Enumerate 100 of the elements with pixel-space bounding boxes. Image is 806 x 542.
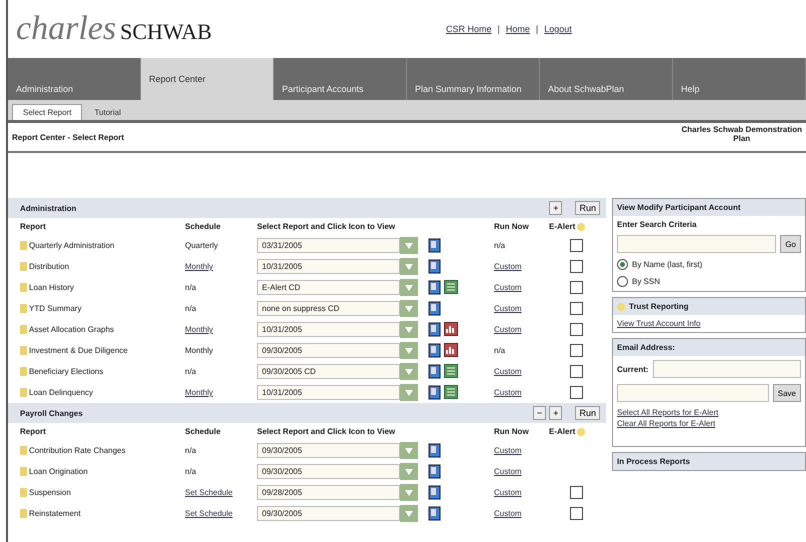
run-button[interactable]: Run <box>575 201 600 215</box>
run-button[interactable]: Run <box>575 406 600 420</box>
email-field[interactable] <box>617 384 769 402</box>
spreadsheet-icon[interactable] <box>444 280 458 294</box>
document-icon[interactable] <box>428 506 441 521</box>
spreadsheet-icon[interactable] <box>444 385 458 399</box>
document-icon[interactable] <box>428 301 441 316</box>
column-header: Schedule <box>185 222 222 231</box>
section-title: Administration <box>20 204 78 212</box>
spreadsheet-icon[interactable] <box>444 364 458 378</box>
schedule-link[interactable]: Monthly <box>185 262 257 271</box>
sub-tab[interactable]: Select Report <box>12 104 82 120</box>
document-icon[interactable] <box>428 280 441 295</box>
report-dropdown[interactable]: none on suppress CD <box>257 301 400 316</box>
report-dropdown[interactable]: 03/31/2005 <box>257 238 400 253</box>
panel-title: In Process Reports <box>617 457 690 466</box>
plan-name: Charles Schwab Demonstration <box>682 125 802 134</box>
caret-icon <box>405 284 413 290</box>
document-icon[interactable] <box>428 259 441 274</box>
schedule-text: Monthly <box>185 346 214 355</box>
schedule-link[interactable]: Set Schedule <box>185 509 257 518</box>
run-now-text: n/a <box>494 241 506 250</box>
report-dropdown[interactable]: 09/28/2005 <box>257 485 400 500</box>
link-separator: | <box>498 24 500 34</box>
run-now-link[interactable]: Custom <box>494 325 549 334</box>
header-link[interactable]: Home <box>506 24 530 34</box>
column-header: Select Report and Click Icon to View <box>257 427 396 436</box>
e-alert-link[interactable]: Select All Reports for E-Alert <box>617 408 801 417</box>
document-icon[interactable] <box>428 385 441 400</box>
e-alert-checkbox[interactable] <box>570 386 583 399</box>
sub-tab[interactable]: Tutorial <box>84 105 131 120</box>
document-icon[interactable] <box>428 343 441 358</box>
caret-icon <box>405 306 413 312</box>
e-alert-link[interactable]: Clear All Reports for E-Alert <box>617 419 801 428</box>
header-link[interactable]: Logout <box>544 24 572 34</box>
caret-icon <box>405 368 413 374</box>
run-now-link[interactable]: Custom <box>494 488 549 497</box>
run-now-link[interactable]: Custom <box>494 446 549 455</box>
radio-button[interactable] <box>617 259 628 270</box>
e-alert-checkbox[interactable] <box>570 302 583 315</box>
e-alert-checkbox[interactable] <box>570 486 583 499</box>
report-dropdown[interactable]: 09/30/2005 <box>257 443 400 458</box>
document-icon[interactable] <box>428 464 441 479</box>
report-dropdown[interactable]: 10/31/2005 <box>257 322 400 337</box>
e-alert-checkbox[interactable] <box>570 323 583 336</box>
chart-icon[interactable] <box>444 343 458 357</box>
caret-icon <box>405 348 413 354</box>
run-now-text: n/a <box>494 346 506 355</box>
run-now-link[interactable]: Custom <box>494 283 549 292</box>
run-now-link[interactable]: Custom <box>494 388 549 397</box>
schedule-link[interactable]: Monthly <box>185 325 257 334</box>
report-dropdown[interactable]: 09/30/2005 <box>257 343 400 358</box>
document-icon[interactable] <box>428 364 441 379</box>
report-dropdown[interactable]: E-Alert CD <box>257 280 400 295</box>
report-dropdown[interactable]: 09/30/2005 <box>257 464 400 479</box>
run-now-link[interactable]: Custom <box>494 367 549 376</box>
caret-icon <box>405 264 413 270</box>
run-now-link[interactable]: Custom <box>494 509 549 518</box>
run-now-link[interactable]: Custom <box>494 262 549 271</box>
e-alert-checkbox[interactable] <box>570 507 583 520</box>
expand-button[interactable]: + <box>549 406 562 420</box>
chart-icon[interactable] <box>444 322 458 336</box>
report-dropdown[interactable]: 09/30/2005 <box>257 506 400 521</box>
e-alert-checkbox[interactable] <box>570 281 583 294</box>
trust-link[interactable]: View Trust Account Info <box>617 319 801 328</box>
schedule-text: n/a <box>185 367 198 376</box>
header-link[interactable]: CSR Home <box>446 24 492 34</box>
panel-title: Trust Reporting <box>629 302 689 311</box>
column-header: Run Now <box>494 222 530 231</box>
e-alert-checkbox[interactable] <box>570 260 583 273</box>
expand-button[interactable]: − <box>532 406 546 420</box>
field-label: Current: <box>617 364 649 374</box>
document-icon[interactable] <box>428 238 441 253</box>
schedule-link[interactable]: Monthly <box>185 388 257 397</box>
document-icon[interactable] <box>428 443 441 458</box>
panel-title: Email Address: <box>617 343 675 352</box>
current-email-field[interactable] <box>652 360 801 378</box>
save-button[interactable]: Save <box>772 384 801 402</box>
radio-label: By Name (last, first) <box>632 260 702 269</box>
document-icon[interactable] <box>428 485 441 500</box>
schedule-link[interactable]: Set Schedule <box>185 488 257 497</box>
report-dropdown[interactable]: 10/31/2005 <box>257 385 400 400</box>
report-dropdown[interactable]: 10/31/2005 <box>257 259 400 274</box>
link-separator: | <box>536 24 538 34</box>
run-now-link[interactable]: Custom <box>494 304 549 313</box>
expand-button[interactable]: + <box>549 201 562 215</box>
report-name: Distribution <box>29 262 70 271</box>
run-now-link[interactable]: Custom <box>494 467 549 476</box>
report-dropdown[interactable]: 09/30/2005 CD <box>257 364 400 379</box>
search-field[interactable] <box>617 235 776 253</box>
go-button[interactable]: Go <box>780 235 801 253</box>
document-icon[interactable] <box>428 322 441 337</box>
column-header: Report <box>20 427 47 436</box>
nav-tab[interactable]: Report Center <box>141 58 274 100</box>
e-alert-checkbox[interactable] <box>570 239 583 252</box>
radio-button[interactable] <box>617 276 628 287</box>
schedule-text: Quarterly <box>185 241 219 250</box>
report-name: Investment & Due Diligence <box>29 346 128 355</box>
e-alert-checkbox[interactable] <box>570 365 583 378</box>
e-alert-checkbox[interactable] <box>570 344 583 357</box>
